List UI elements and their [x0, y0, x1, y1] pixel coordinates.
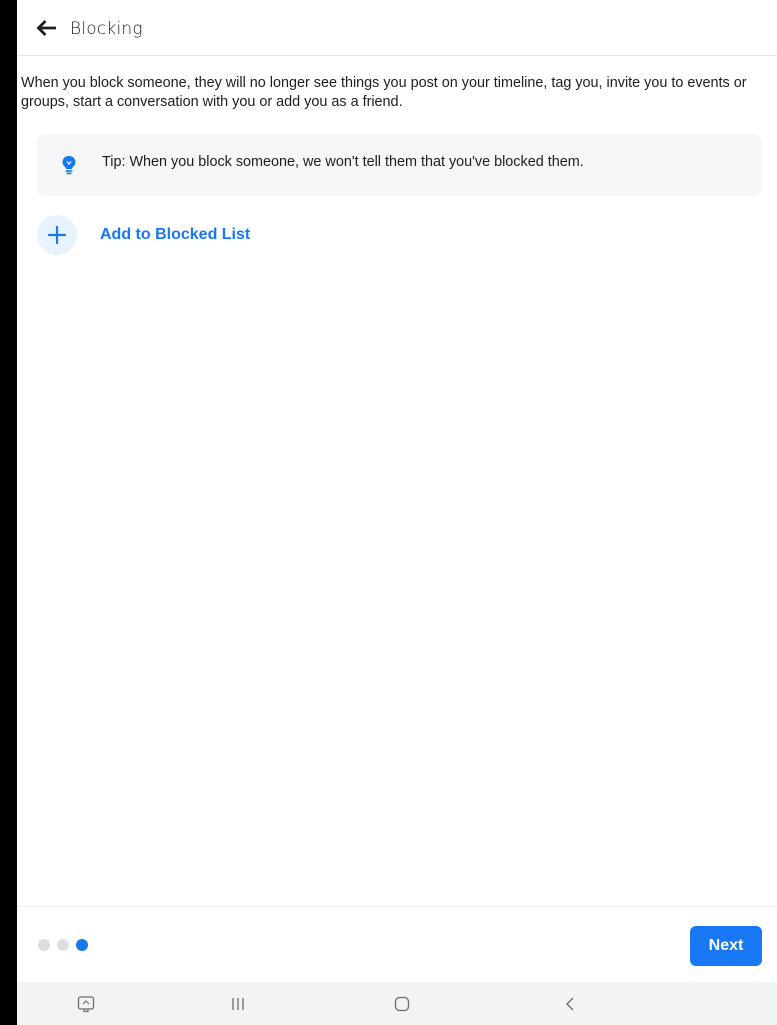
lightbulb-icon: [62, 156, 76, 175]
step-indicator: [38, 939, 88, 951]
recent-apps-icon: [232, 997, 244, 1010]
step-dot-2: [57, 939, 69, 951]
page-title: Blocking: [70, 19, 143, 39]
recent-apps-button[interactable]: [208, 982, 268, 1025]
next-button[interactable]: Next: [690, 926, 762, 966]
footer: Next: [17, 906, 777, 982]
tip-box: Tip: When you block someone, we won't te…: [37, 134, 762, 196]
arrow-left-icon: [36, 20, 56, 36]
back-icon: [566, 997, 574, 1010]
screenshot-button[interactable]: [56, 982, 116, 1025]
home-button[interactable]: [372, 982, 432, 1025]
step-dot-3: [76, 939, 88, 951]
header: Blocking: [17, 0, 777, 56]
screenshot-icon: [77, 995, 95, 1012]
blocking-screen: Blocking When you block someone, they wi…: [17, 0, 777, 1025]
step-dot-1: [38, 939, 50, 951]
add-to-blocked-list-label: Add to Blocked List: [100, 226, 251, 243]
home-icon: [394, 996, 410, 1011]
tip-text: Tip: When you block someone, we won't te…: [102, 154, 584, 170]
back-button[interactable]: [34, 16, 58, 40]
system-navigation-bar: [17, 982, 777, 1025]
blocking-description: When you block someone, they will no lon…: [21, 75, 747, 110]
add-to-blocked-list-button[interactable]: Add to Blocked List: [37, 215, 250, 255]
plus-icon: [48, 226, 66, 244]
add-circle: [37, 215, 77, 255]
system-back-button[interactable]: [540, 982, 600, 1025]
